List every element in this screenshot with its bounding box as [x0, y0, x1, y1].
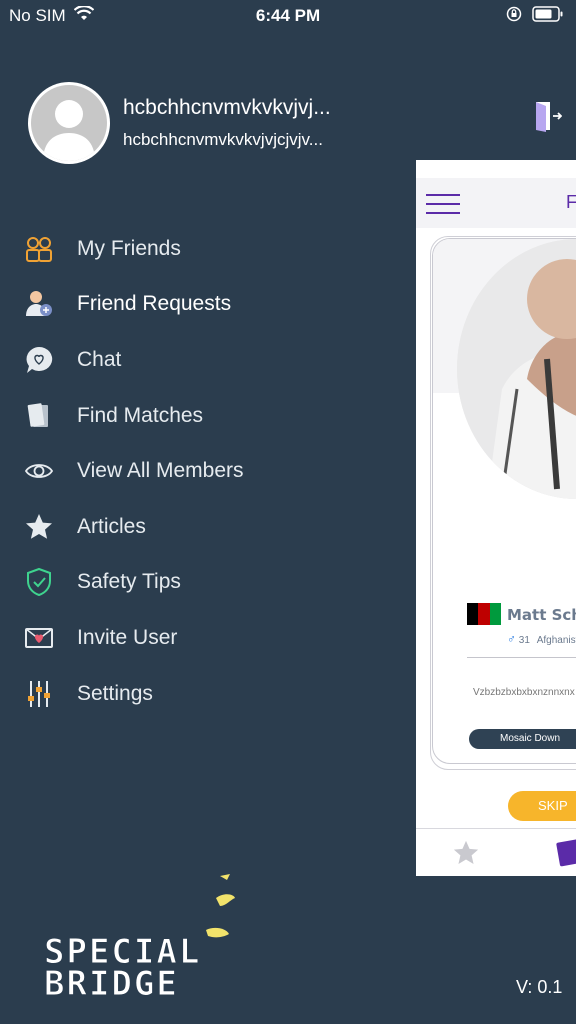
- tab-cards-icon[interactable]: [556, 839, 576, 872]
- logo-line2: BRIDGE: [44, 964, 179, 1005]
- male-icon: ♂: [507, 632, 516, 646]
- card-divider: [467, 657, 576, 658]
- menu-item-view-all-members[interactable]: View All Members: [0, 443, 380, 499]
- condition-chip: Mosaic Down: [469, 729, 576, 749]
- battery-icon: [532, 6, 564, 27]
- special-bridge-logo: SPECIAL BRIDGE: [43, 870, 244, 1005]
- eye-icon: [24, 456, 54, 486]
- star-icon: [24, 512, 54, 542]
- status-right: [506, 6, 564, 27]
- sliders-icon: [24, 679, 54, 709]
- menu-item-chat[interactable]: Chat: [0, 332, 380, 388]
- menu-item-find-matches[interactable]: Find Matches: [0, 388, 380, 444]
- avatar-placeholder-icon: [31, 85, 107, 161]
- status-bar: No SIM 6:44 PM: [0, 0, 576, 32]
- menu-label: Articles: [77, 514, 146, 538]
- avatar[interactable]: [28, 82, 110, 164]
- menu-label: My Friends: [77, 236, 181, 260]
- menu-item-settings[interactable]: Settings: [0, 666, 380, 722]
- friends-icon: [24, 234, 54, 264]
- hamburger-menu-icon[interactable]: [426, 194, 460, 214]
- logout-icon[interactable]: [534, 100, 563, 132]
- match-name: Matt Schofi: [507, 606, 576, 624]
- main-header: F: [416, 178, 576, 228]
- bottom-tab-bar: [416, 828, 576, 876]
- menu-item-invite-user[interactable]: Invite User: [0, 610, 380, 666]
- menu-label: Find Matches: [77, 403, 204, 427]
- menu-item-my-friends[interactable]: My Friends: [0, 221, 380, 277]
- match-country: Afghanista: [536, 635, 576, 646]
- match-meta: ♂ 31 Afghanista: [507, 632, 576, 646]
- main-screen-preview[interactable]: F Matt Schofi ♂ 31 Afghanista Vzbzbzbxbx…: [416, 160, 576, 876]
- cards-icon: [24, 401, 54, 431]
- chat-icon: [24, 345, 54, 375]
- drawer-menu: My Friends Friend Requests Chat Find Mat…: [0, 221, 380, 721]
- menu-label: View All Members: [77, 459, 244, 483]
- menu-label: Invite User: [77, 625, 178, 649]
- match-bio: Vzbzbzbxbxbxnznnxnx: [473, 687, 575, 698]
- skip-button[interactable]: SKIP: [508, 791, 576, 821]
- butterflies-icon: [206, 874, 235, 938]
- match-age: 31: [518, 635, 530, 646]
- profile-email: hcbchhcnvmvkvkvjvjcjvjv...: [123, 130, 323, 149]
- menu-label: Friend Requests: [77, 292, 232, 316]
- menu-item-articles[interactable]: Articles: [0, 499, 380, 555]
- tab-star-icon[interactable]: [452, 839, 480, 872]
- shield-icon: [24, 567, 54, 597]
- menu-label: Chat: [77, 347, 122, 371]
- menu-label: Settings: [77, 681, 153, 705]
- menu-item-safety-tips[interactable]: Safety Tips: [0, 555, 380, 611]
- profile-name: hcbchhcnvmvkvkvjvj...: [123, 96, 331, 119]
- menu-item-friend-requests[interactable]: Friend Requests: [0, 277, 380, 333]
- version-label: V: 0.1: [516, 977, 563, 997]
- menu-label: Safety Tips: [77, 570, 181, 594]
- country-flag-icon: [467, 603, 501, 625]
- rotation-lock-icon: [506, 6, 522, 27]
- envelope-heart-icon: [24, 623, 54, 653]
- profile-header[interactable]: hcbchhcnvmvkvkvjvj... hcbchhcnvmvkvkvjvj…: [28, 82, 408, 166]
- header-title: F: [566, 192, 576, 212]
- match-card[interactable]: Matt Schofi ♂ 31 Afghanista Vzbzbzbxbxbx…: [432, 238, 576, 764]
- friend-request-icon: [24, 289, 54, 319]
- status-time: 6:44 PM: [255, 6, 321, 25]
